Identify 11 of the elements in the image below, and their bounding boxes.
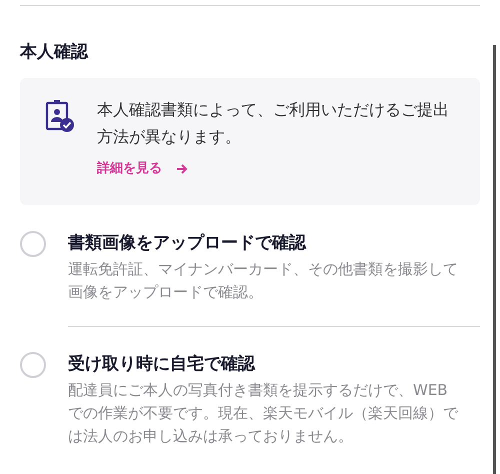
- option-description: 配達員にご本人の写真付き書類を提示するだけで、WEBでの作業が不要です。現在、楽天モバイル（楽天回線）では法人のお申し込みは承っておりません。: [68, 380, 460, 447]
- section-title: 本人確認: [20, 41, 90, 64]
- radio-button[interactable]: [20, 231, 46, 257]
- option-title: 受け取り時に自宅で確認: [68, 353, 256, 376]
- arrow-right-icon: [176, 162, 188, 175]
- id-card-check-icon: [45, 99, 77, 133]
- details-link[interactable]: 詳細を見る: [97, 159, 188, 178]
- info-message: 本人確認書類によって、ご利用いただけるご提出方法が異なります。: [97, 99, 450, 148]
- radio-button[interactable]: [20, 352, 46, 378]
- option-description: 運転免許証、マイナンバーカード、その他書類を撮影して画像をアップロードで確認。: [68, 259, 459, 303]
- option-title: 書類画像をアップロードで確認: [68, 232, 308, 255]
